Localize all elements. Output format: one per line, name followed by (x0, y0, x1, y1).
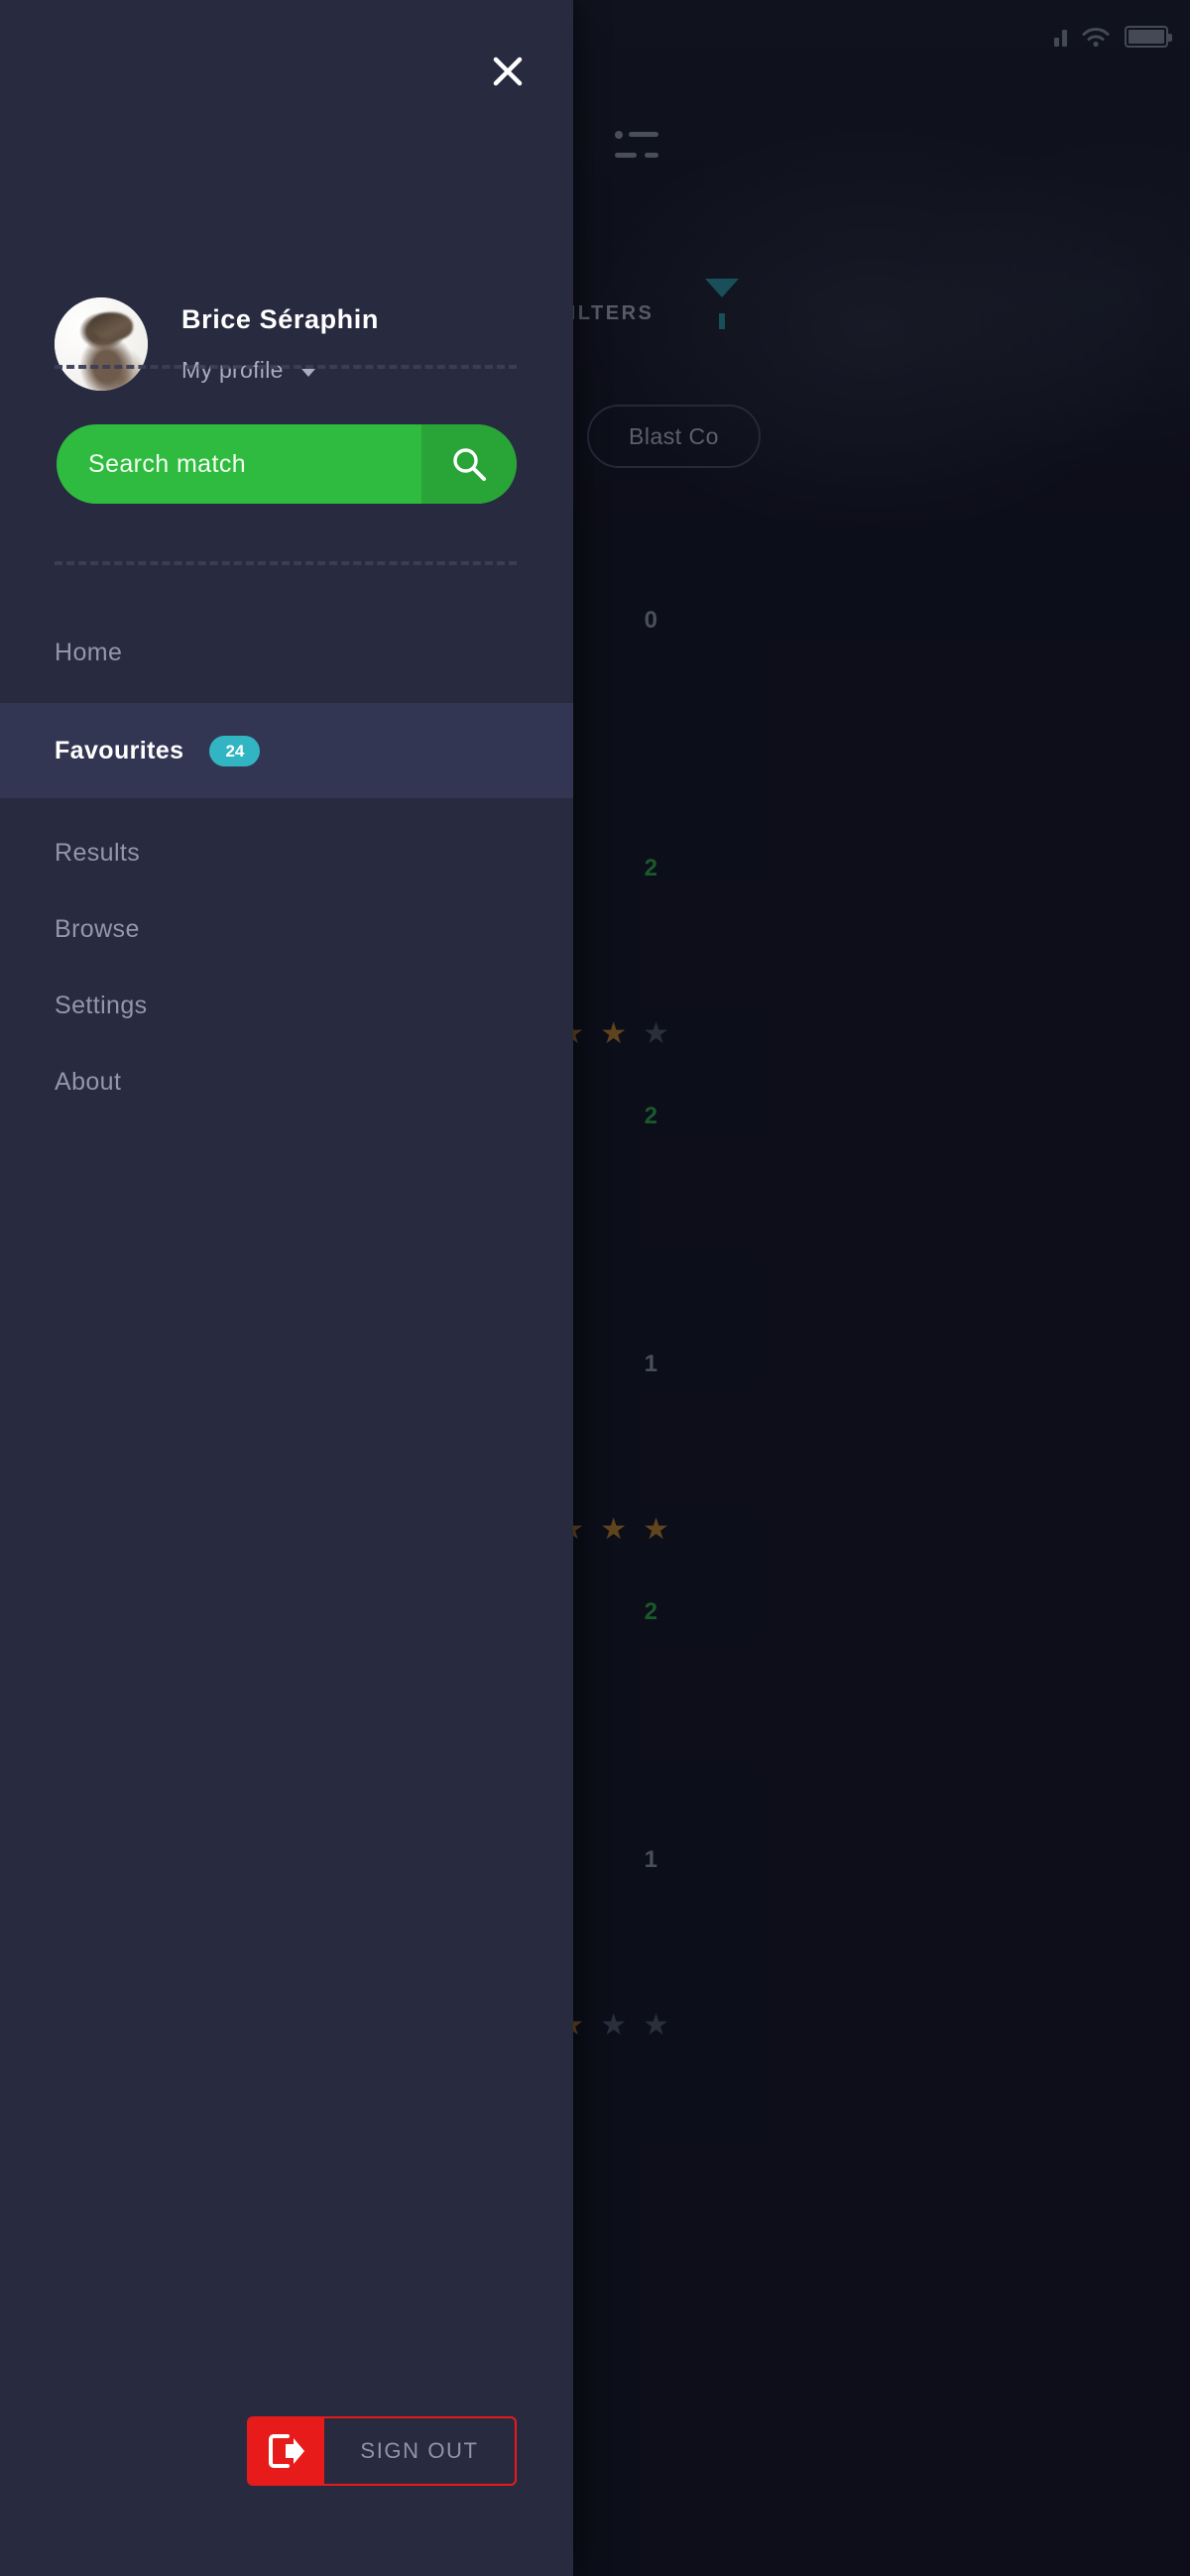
sidebar-item-label: Settings (55, 992, 148, 1019)
profile-section[interactable]: Brice Séraphin My profile (55, 297, 379, 391)
sidebar-item-label: Home (55, 639, 123, 666)
sidebar-item-label: Favourites (55, 736, 184, 764)
sidebar-item-label: About (55, 1068, 122, 1096)
sign-out-label: SIGN OUT (360, 2438, 479, 2463)
divider-top (55, 365, 517, 369)
chevron-down-icon (300, 368, 315, 377)
sidebar-item-about[interactable]: About (0, 1044, 573, 1120)
search-icon[interactable] (421, 424, 517, 504)
close-icon[interactable] (484, 48, 532, 95)
sidebar-item-label: Results (55, 839, 141, 867)
app-root: FILTERS Blast Co 0 2 ★★★ 2 1 ★★★ (0, 0, 1190, 2576)
status-badge: 24 (209, 735, 261, 766)
sidebar-item-favourites[interactable]: Favourites 24 (0, 703, 573, 798)
profile-text: Brice Séraphin My profile (181, 304, 379, 384)
sidebar-item-settings[interactable]: Settings (0, 968, 573, 1044)
search-match-button[interactable]: Search match (57, 424, 517, 504)
my-profile-label: My profile (181, 357, 284, 383)
logout-icon (249, 2418, 324, 2484)
sidebar-item-home[interactable]: Home (0, 615, 573, 691)
navigation-drawer: Brice Séraphin My profile Search match H… (0, 0, 573, 2576)
sign-out-button[interactable]: SIGN OUT (247, 2416, 517, 2486)
search-input[interactable]: Search match (57, 450, 421, 479)
divider-bottom (55, 561, 517, 565)
sidebar-item-results[interactable]: Results (0, 815, 573, 891)
avatar (55, 297, 148, 391)
sidebar-nav: Home Favourites 24 Results Browse Settin… (0, 615, 573, 1120)
profile-name: Brice Séraphin (181, 304, 379, 334)
sidebar-item-browse[interactable]: Browse (0, 891, 573, 968)
my-profile-link[interactable]: My profile (181, 357, 379, 384)
sidebar-item-label: Browse (55, 915, 140, 943)
